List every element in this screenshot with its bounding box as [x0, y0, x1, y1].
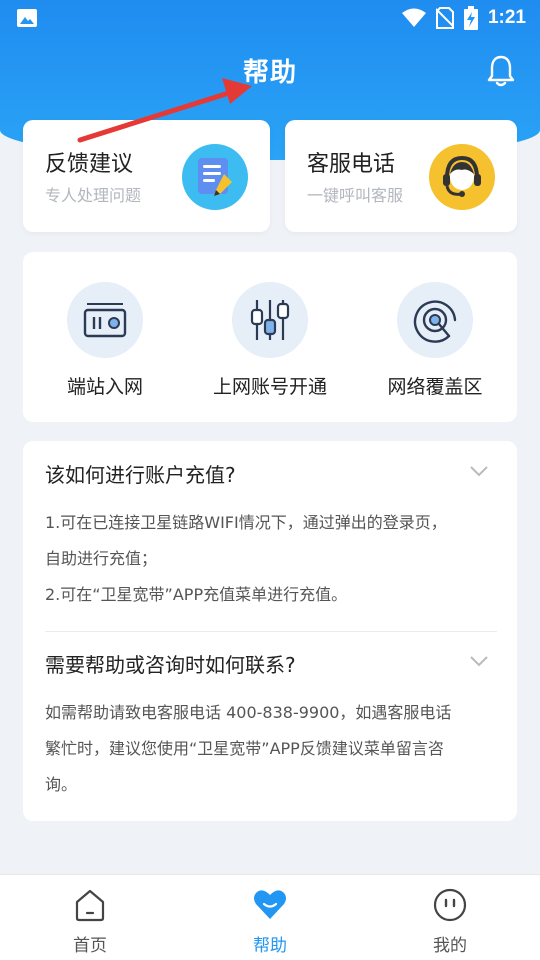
page-title: 帮助 [242, 57, 297, 88]
nav-tab-mine[interactable]: 我的 [390, 887, 510, 956]
feedback-notepad-icon [182, 144, 248, 210]
faq-answer-line: 2.可在“卫星宽带”APP充值菜单进行充值。 [45, 585, 348, 604]
service-card-subtitle: 一键呼叫客服 [307, 186, 404, 205]
radio-device-icon [67, 282, 143, 358]
quick-link-station-access[interactable]: 端站入网 [30, 282, 180, 399]
gallery-notification-icon [17, 9, 37, 27]
chevron-down-icon[interactable] [469, 655, 489, 667]
quick-link-coverage-area[interactable]: 网络覆盖区 [360, 282, 510, 399]
faq-answer: 1.可在已连接卫星链路WIFI情况下，通过弹出的登录页， 自助进行充值； 2.可… [45, 505, 497, 613]
quick-link-account-activation[interactable]: 上网账号开通 [195, 282, 345, 399]
home-icon [75, 889, 105, 922]
nav-label: 我的 [433, 936, 467, 956]
coverage-target-icon [397, 282, 473, 358]
customer-service-agent-icon [429, 144, 495, 210]
service-phone-card[interactable]: 客服电话 一键呼叫客服 [285, 120, 517, 232]
faq-question[interactable]: 需要帮助或咨询时如何联系? [45, 649, 296, 678]
faq-answer-line: 繁忙时，建议您使用“卫星宽带”APP反馈建议菜单留言咨 [45, 739, 444, 758]
faq-answer-line: 如需帮助请致电客服电话 400-838-9900，如遇客服电话 [45, 703, 452, 722]
sliders-icon [232, 282, 308, 358]
faq-answer: 如需帮助请致电客服电话 400-838-9900，如遇客服电话 繁忙时，建议您使… [45, 695, 497, 803]
nav-label: 帮助 [253, 936, 287, 956]
status-bar: 1:21 [0, 0, 540, 36]
battery-charging-icon [463, 6, 478, 30]
quick-link-label: 端站入网 [66, 376, 143, 398]
title-bar: 帮助 [0, 42, 540, 98]
no-sim-icon [435, 7, 454, 29]
faq-answer-line: 自助进行充值； [45, 549, 158, 568]
heart-smile-icon [254, 890, 286, 919]
chevron-down-icon[interactable] [469, 465, 489, 477]
nav-tab-help[interactable]: 帮助 [210, 887, 330, 956]
profile-face-icon [433, 888, 467, 922]
nav-label: 首页 [73, 936, 107, 956]
feedback-card[interactable]: 反馈建议 专人处理问题 [23, 120, 270, 232]
feedback-card-subtitle: 专人处理问题 [45, 186, 142, 205]
faq-question[interactable]: 该如何进行账户充值? [45, 459, 236, 488]
quick-links-panel: 端站入网 上网账号开通 网络覆盖区 [23, 252, 517, 422]
nav-tab-home[interactable]: 首页 [30, 887, 150, 956]
status-time: 1:21 [487, 7, 526, 28]
quick-link-label: 上网账号开通 [212, 376, 327, 398]
feedback-card-title: 反馈建议 [45, 152, 134, 177]
wifi-icon [401, 8, 426, 27]
faq-panel: 该如何进行账户充值? 1.可在已连接卫星链路WIFI情况下，通过弹出的登录页， … [23, 441, 517, 821]
bell-icon[interactable] [486, 54, 516, 88]
service-card-title: 客服电话 [307, 152, 396, 177]
faq-answer-line: 1.可在已连接卫星链路WIFI情况下，通过弹出的登录页， [45, 513, 447, 532]
bottom-nav: 首页 帮助 我的 [0, 874, 540, 960]
faq-answer-line: 询。 [45, 775, 78, 794]
quick-link-label: 网络覆盖区 [387, 376, 483, 398]
faq-divider [45, 631, 497, 632]
